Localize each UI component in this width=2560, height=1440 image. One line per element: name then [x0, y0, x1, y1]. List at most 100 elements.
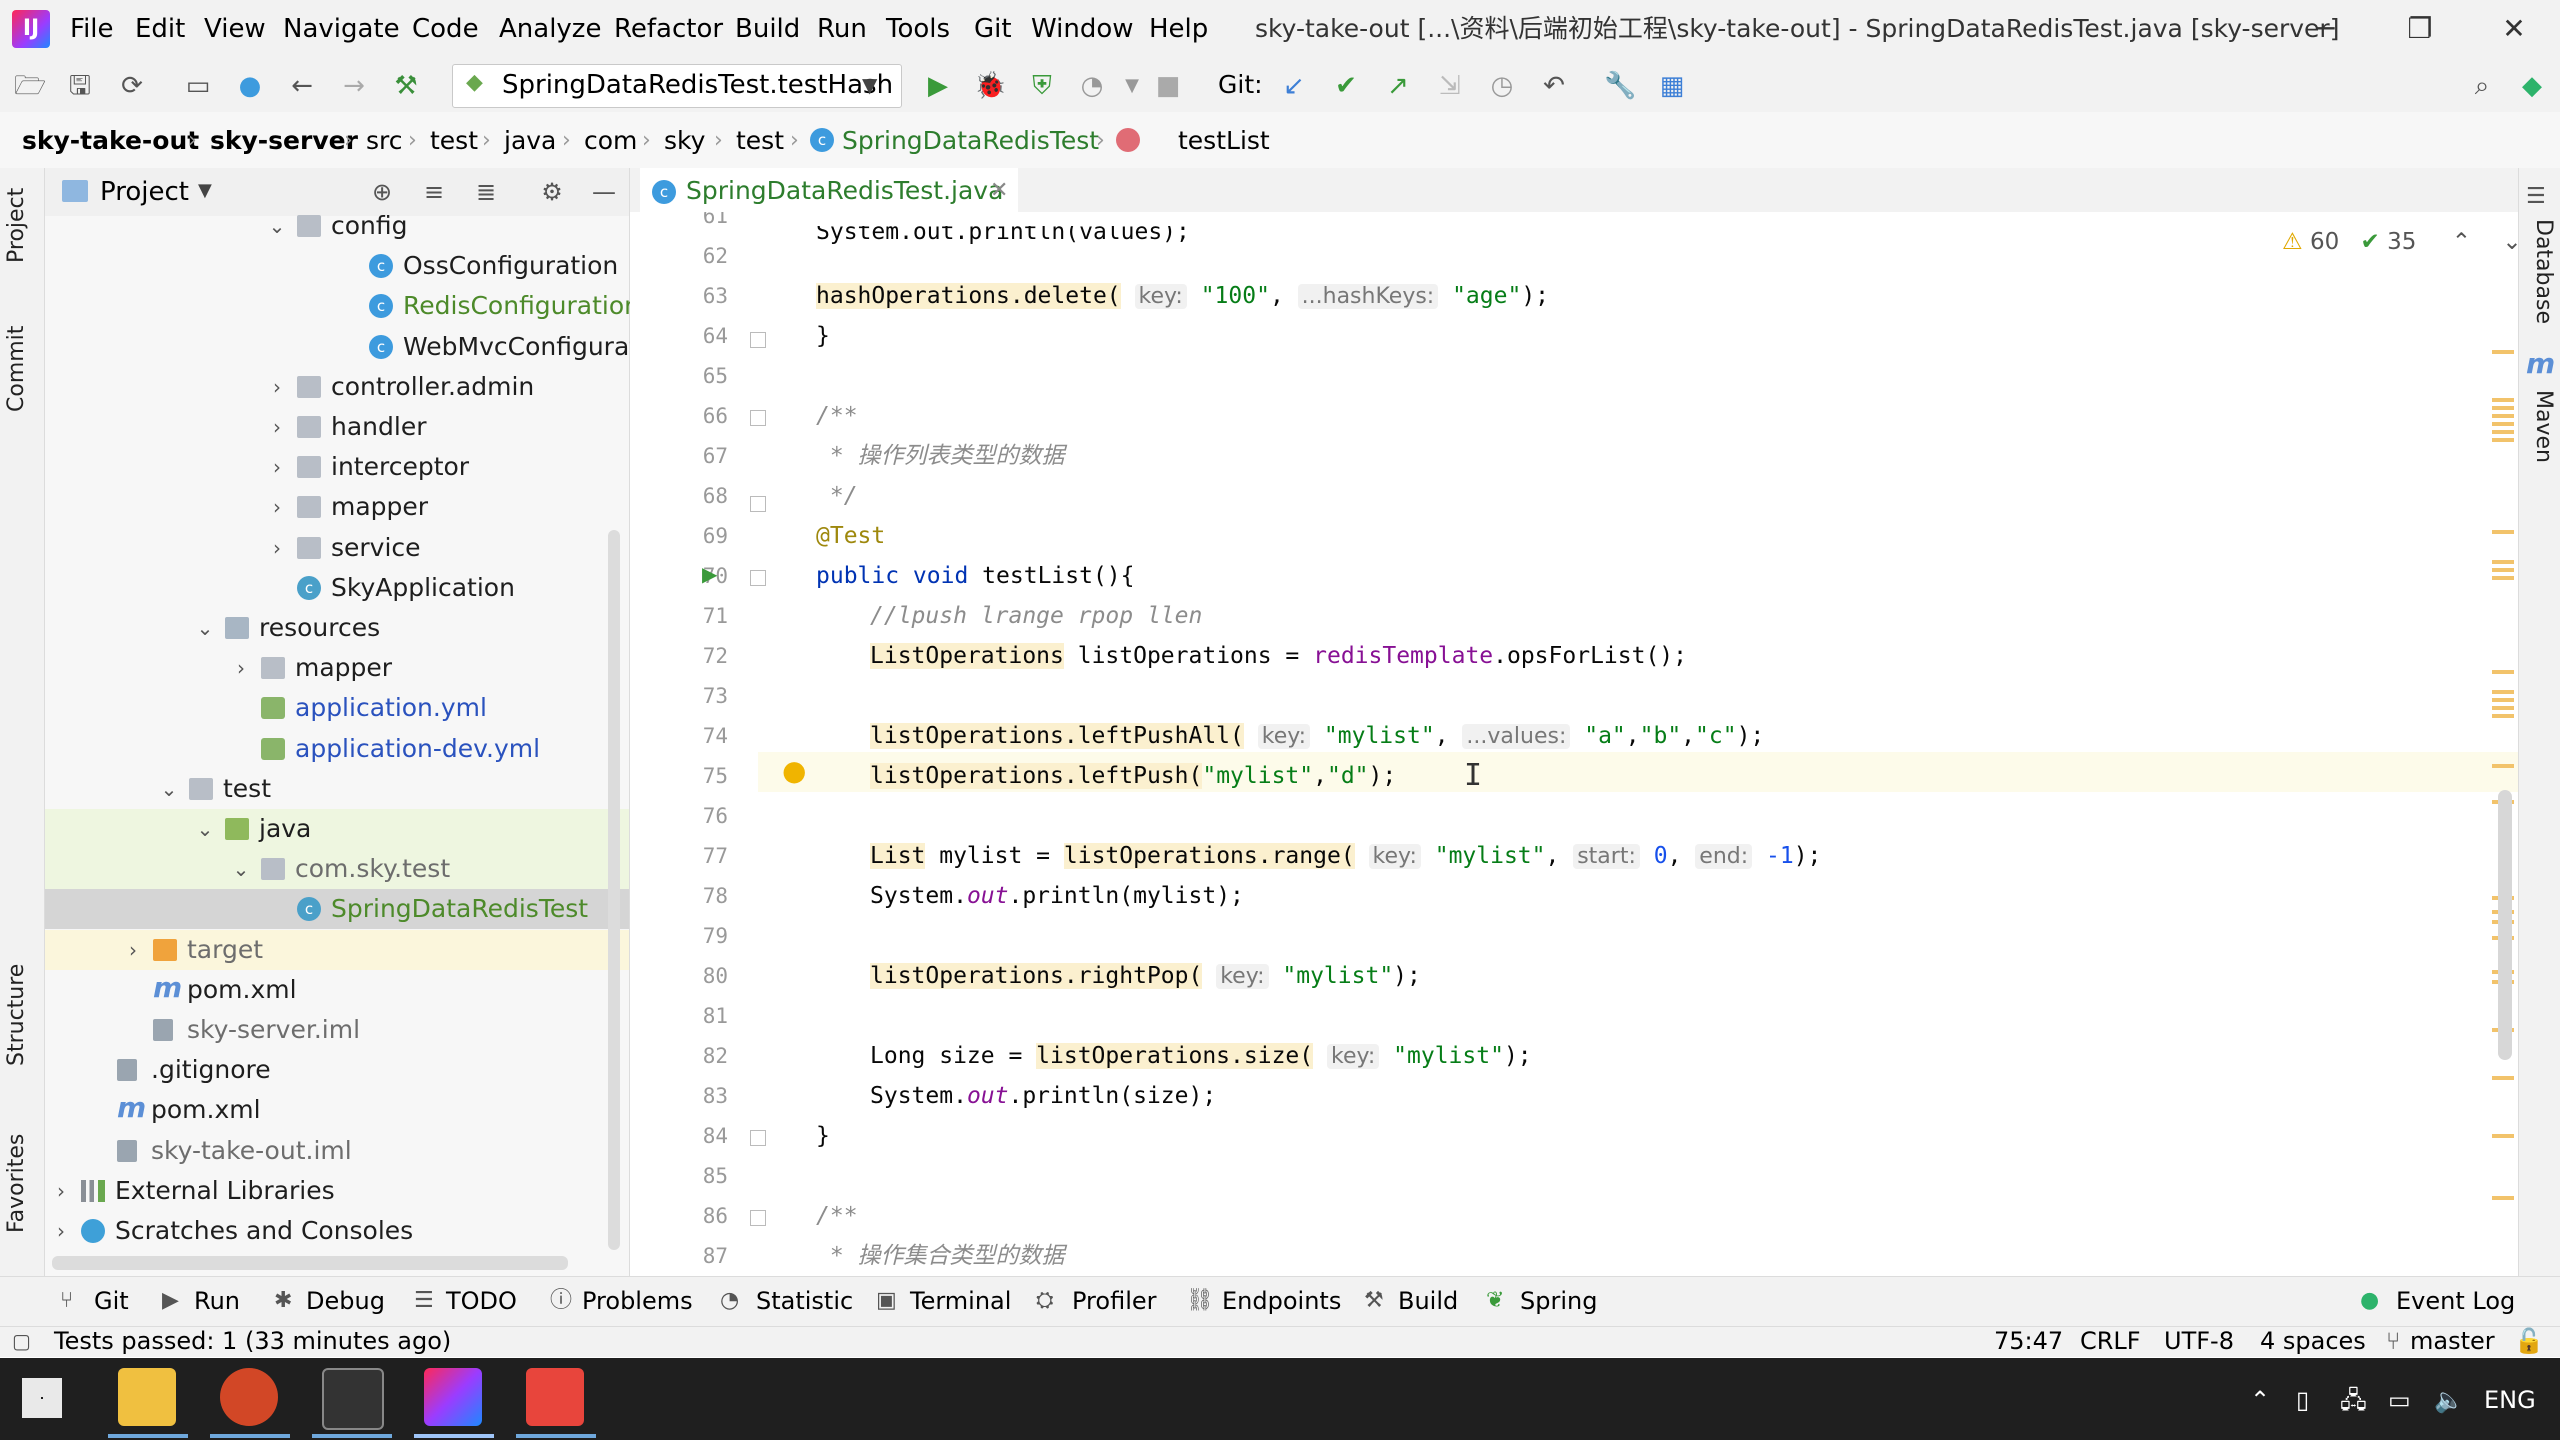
xmind-taskbar-icon[interactable]	[526, 1368, 584, 1426]
tree-item[interactable]: c RedisConfiguration	[45, 286, 640, 326]
debug-icon[interactable]: 🐞	[974, 70, 1006, 102]
chevron-right-icon[interactable]: ›	[123, 930, 143, 970]
minimize-icon[interactable]: ─	[2306, 10, 2346, 48]
line-separator[interactable]: CRLF	[2080, 1326, 2141, 1356]
stripe-warning-mark[interactable]	[2492, 690, 2514, 694]
powerpoint-taskbar-icon[interactable]	[220, 1368, 278, 1426]
tool-tab-favorites[interactable]: Favorites	[4, 1128, 40, 1238]
close-tab-icon[interactable]: ✕	[990, 174, 1008, 208]
tree-item[interactable]: › service	[45, 528, 629, 568]
tree-item[interactable]: sky-server.iml	[45, 1010, 629, 1050]
stripe-warning-mark[interactable]	[2492, 398, 2514, 402]
tool-tab-project[interactable]: Project	[4, 180, 40, 270]
collapse-all-icon[interactable]: ≣	[470, 176, 502, 208]
menu-analyze[interactable]: Analyze	[499, 12, 601, 46]
tool-tab-build[interactable]: Build	[1398, 1284, 1458, 1318]
stripe-warning-mark[interactable]	[2492, 714, 2514, 718]
tray-phone-icon[interactable]: ▯	[2296, 1380, 2309, 1420]
stripe-warning-mark[interactable]	[2492, 764, 2514, 768]
tree-item[interactable]: › interceptor	[45, 447, 629, 487]
tray-network-icon[interactable]: 🖧	[2340, 1380, 2367, 1420]
tool-tab-run[interactable]: Run	[194, 1284, 240, 1318]
tree-item[interactable]: › handler	[45, 407, 629, 447]
indent-setting[interactable]: 4 spaces	[2260, 1326, 2366, 1356]
stop-icon[interactable]: ■	[1152, 70, 1184, 102]
next-highlight-icon[interactable]: ⌄	[2502, 229, 2521, 255]
tool-tab-commit[interactable]: Commit	[4, 324, 40, 414]
locate-icon[interactable]: ⊕	[366, 176, 398, 208]
inspection-widget[interactable]: ⚠ 60 ✔ 35 ⌃ ⌄	[2282, 226, 2522, 258]
tree-horizontal-scrollbar[interactable]	[52, 1256, 568, 1270]
tray-language[interactable]: ENG	[2484, 1380, 2536, 1420]
tool-tab-problems[interactable]: Problems	[582, 1284, 693, 1318]
profile-icon[interactable]: ◔	[1076, 70, 1108, 102]
tree-item[interactable]: c SkyApplication	[45, 568, 629, 608]
intellij-taskbar-icon[interactable]	[424, 1368, 482, 1426]
tray-volume-icon[interactable]: 🔈	[2434, 1380, 2464, 1420]
tray-overflow-icon[interactable]: ⌃	[2250, 1380, 2270, 1420]
tree-item[interactable]: application.yml	[45, 688, 629, 728]
sync-icon[interactable]: ⟳	[116, 70, 148, 102]
tree-item[interactable]: .gitignore	[45, 1050, 629, 1090]
menu-help[interactable]: Help	[1149, 12, 1208, 46]
menu-build[interactable]: Build	[735, 12, 800, 46]
stripe-warning-mark[interactable]	[2492, 576, 2514, 580]
tool-tab-maven[interactable]: Maven	[2522, 386, 2556, 466]
rollback-icon[interactable]: ↶	[1538, 70, 1570, 102]
stripe-warning-mark[interactable]	[2492, 706, 2514, 710]
editor-vertical-scrollbar[interactable]	[2498, 790, 2512, 1060]
stripe-warning-mark[interactable]	[2492, 670, 2514, 674]
chevron-down-icon[interactable]: ⌄	[195, 608, 215, 648]
search-icon[interactable]: ⌕	[2466, 70, 2498, 102]
project-view-title[interactable]: Project	[100, 174, 189, 210]
tool-tab-endpoints[interactable]: Endpoints	[1222, 1284, 1341, 1318]
tree-item[interactable]: › controller.admin	[45, 367, 629, 407]
coverage-icon[interactable]: ⛨	[1026, 70, 1058, 102]
menu-code[interactable]: Code	[412, 12, 479, 46]
caret-position[interactable]: 75:47	[1994, 1326, 2063, 1356]
git-commit-icon[interactable]: ✔	[1330, 70, 1362, 102]
menu-tools[interactable]: Tools	[886, 12, 950, 46]
project-structure-icon[interactable]: ▭	[182, 70, 214, 102]
tree-item[interactable]: ⌄ com.sky.test	[45, 849, 629, 890]
stripe-warning-mark[interactable]	[2492, 414, 2514, 418]
menu-run[interactable]: Run	[817, 12, 867, 46]
tree-item[interactable]: ⌄ config	[45, 206, 629, 246]
stripe-warning-mark[interactable]	[2492, 1076, 2514, 1080]
chevron-right-icon[interactable]: ›	[231, 648, 251, 688]
status-toggle-icon[interactable]: ▢	[12, 1326, 31, 1356]
file-encoding[interactable]: UTF-8	[2164, 1326, 2234, 1356]
status-message[interactable]: Tests passed: 1 (33 minutes ago)	[54, 1326, 451, 1356]
breadcrumb-item[interactable]: testList	[1178, 124, 1270, 158]
menu-view[interactable]: View	[204, 12, 266, 46]
chevron-right-icon[interactable]: ›	[267, 528, 287, 568]
fold-icon[interactable]	[750, 1130, 766, 1146]
tool-tab-spring[interactable]: Spring	[1520, 1284, 1597, 1318]
intention-bulb-icon[interactable]: ●	[782, 754, 806, 787]
tool-tab-structure[interactable]: Structure	[4, 960, 40, 1070]
stripe-warning-mark[interactable]	[2492, 350, 2514, 354]
previous-highlight-icon[interactable]: ⌃	[2452, 229, 2471, 255]
tool-tab-event-log[interactable]: Event Log	[2396, 1284, 2515, 1318]
stripe-warning-mark[interactable]	[2492, 530, 2514, 534]
chevron-down-icon[interactable]: ⌄	[195, 809, 215, 849]
breadcrumb-item[interactable]: sky	[664, 124, 705, 158]
chevron-down-icon[interactable]: ⌄	[231, 849, 251, 889]
build-hammer-icon[interactable]: ⚒	[390, 70, 422, 102]
gear-icon[interactable]: ⚙	[536, 176, 568, 208]
stripe-warning-mark[interactable]	[2492, 1134, 2514, 1138]
breadcrumb-item[interactable]: SpringDataRedisTest	[842, 124, 1099, 158]
git-update-icon[interactable]: ↙	[1278, 70, 1310, 102]
breadcrumb-item[interactable]: sky-take-out	[22, 124, 199, 158]
hide-panel-icon[interactable]: —	[588, 176, 620, 208]
git-push-icon[interactable]: ↗	[1382, 70, 1414, 102]
git-branch[interactable]: master	[2410, 1326, 2495, 1356]
tool-tab-profiler[interactable]: Profiler	[1072, 1284, 1157, 1318]
stripe-warning-mark[interactable]	[2492, 698, 2514, 702]
tree-item[interactable]: ⌄ java	[45, 809, 629, 849]
breadcrumb-item[interactable]: sky-server	[210, 124, 358, 158]
stripe-warning-mark[interactable]	[2492, 438, 2514, 442]
tree-item[interactable]: › Scratches and Consoles	[45, 1211, 629, 1251]
fold-icon[interactable]	[750, 1210, 766, 1226]
stripe-warning-mark[interactable]	[2492, 568, 2514, 572]
